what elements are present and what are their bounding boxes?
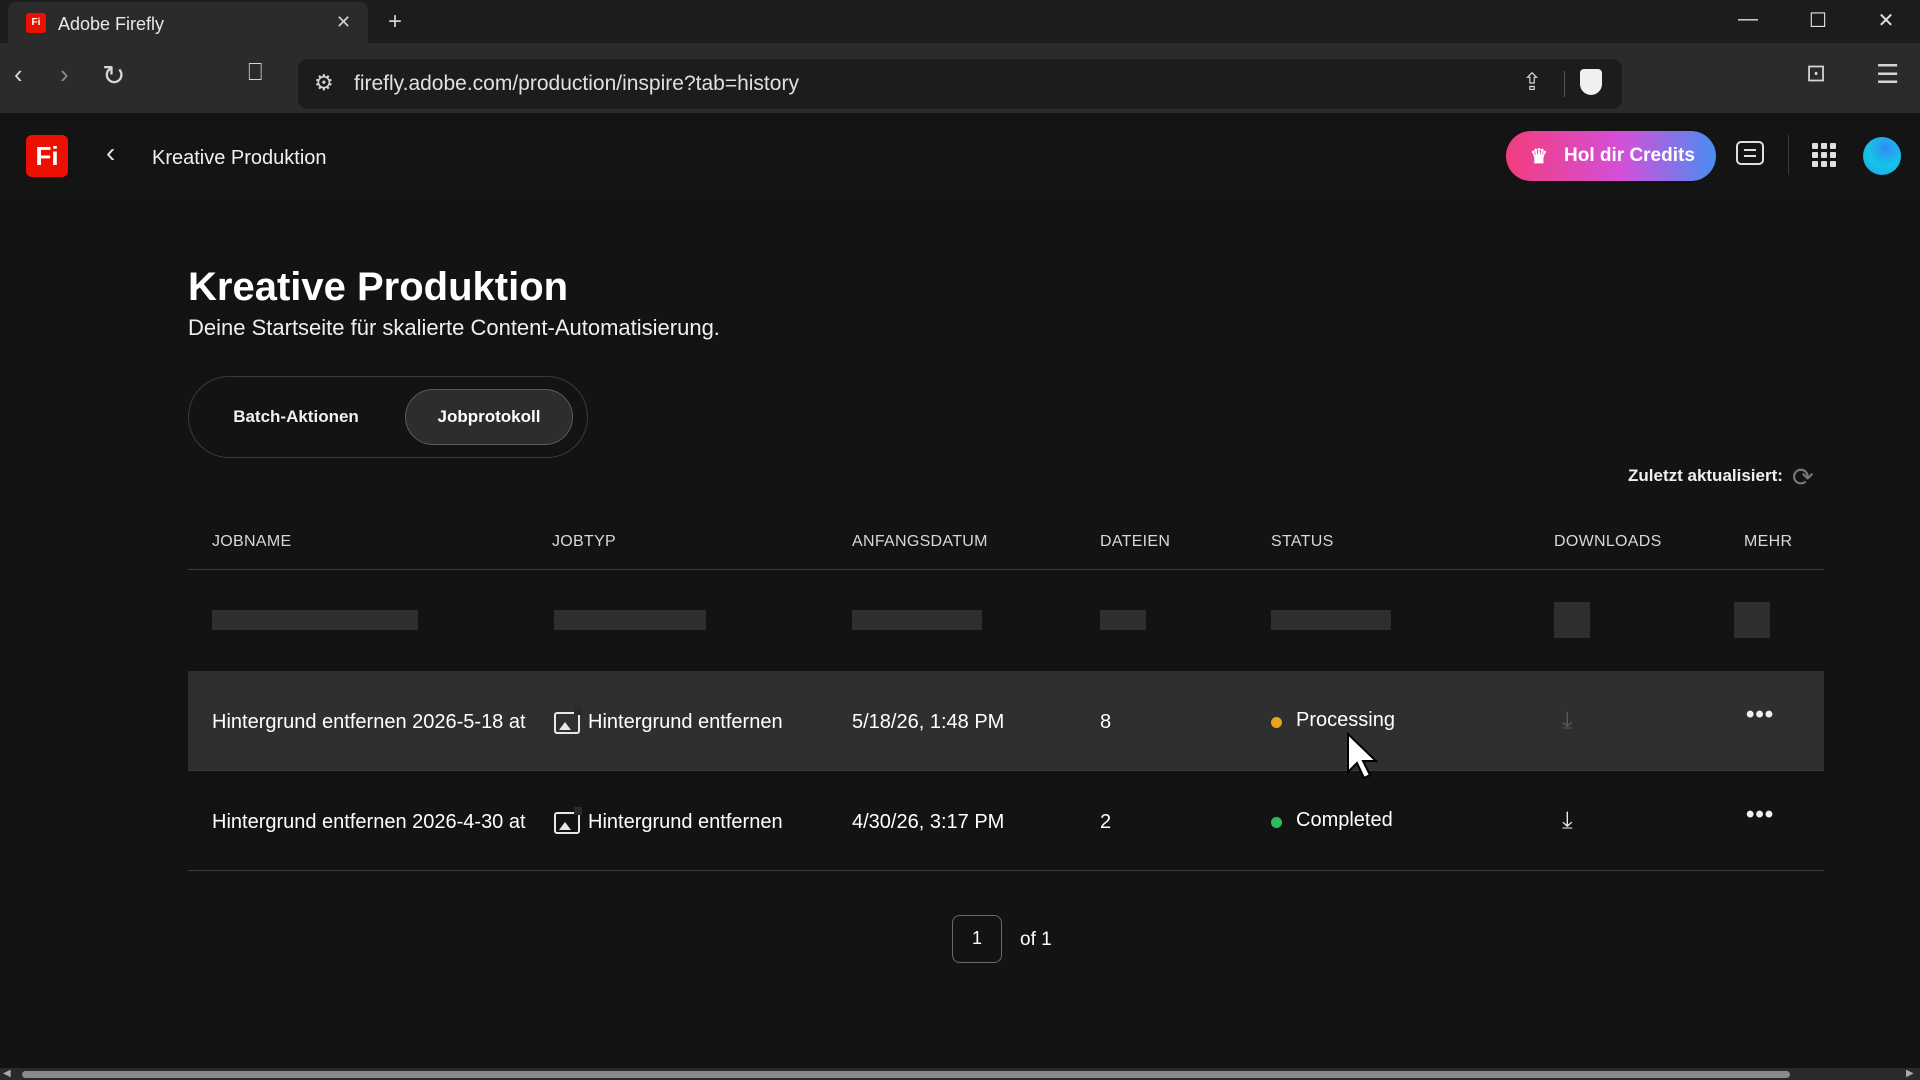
job-name[interactable]: Hintergrund entfernen 2026-5-18 at 13:48 xyxy=(212,711,528,734)
download-icon[interactable]: ⤓ xyxy=(1562,707,1573,735)
address-bar[interactable]: ⚙ firefly.adobe.com/production/inspire?t… xyxy=(298,59,1622,109)
scroll-right-icon[interactable]: ▶ xyxy=(1906,1068,1914,1079)
start-date: 5/18/26, 1:48 PM xyxy=(852,711,1005,733)
omnibox-divider xyxy=(1564,71,1565,97)
scroll-left-icon[interactable]: ◀ xyxy=(3,1068,11,1079)
firefly-favicon-icon: Fi xyxy=(26,13,46,33)
brave-shield-icon[interactable] xyxy=(1580,69,1602,95)
header-divider xyxy=(1788,135,1789,175)
reload-icon[interactable]: ↻ xyxy=(102,59,125,92)
status-dot xyxy=(1271,717,1282,728)
more-icon[interactable]: ••• xyxy=(1746,701,1774,729)
column-header-downloads: DOWNLOADS xyxy=(1554,533,1662,550)
refresh-icon[interactable]: ⟳ xyxy=(1792,462,1814,493)
url-text[interactable]: firefly.adobe.com/production/inspire?tab… xyxy=(354,72,799,96)
site-settings-icon[interactable]: ⚙ xyxy=(314,70,334,96)
skeleton-bar xyxy=(1271,610,1391,630)
file-count: 8 xyxy=(1100,711,1112,733)
share-icon[interactable]: ⇪ xyxy=(1522,68,1542,97)
skeleton-bar xyxy=(554,610,706,630)
new-tab-icon[interactable]: + xyxy=(388,8,402,36)
window-close-icon[interactable]: ✕ xyxy=(1866,8,1906,33)
back-chevron-icon[interactable]: ‹ xyxy=(14,59,23,90)
image-icon xyxy=(554,707,582,734)
forward-chevron-icon[interactable]: › xyxy=(60,59,69,90)
back-chevron-icon[interactable]: ‹ xyxy=(106,137,115,169)
crown-icon: ♛ xyxy=(1530,146,1548,168)
tab-batch-actions[interactable]: Batch-Aktionen xyxy=(201,389,391,445)
tab-job-log[interactable]: Jobprotokoll xyxy=(405,389,573,445)
sidebar-icon[interactable]: ⊡ xyxy=(1806,59,1826,88)
skeleton-square xyxy=(1554,602,1590,638)
app-header: Fi ‹ Kreative Produktion ♛ Hol dir Credi… xyxy=(0,113,1920,199)
more-icon[interactable]: ••• xyxy=(1746,801,1774,829)
status-badge: Completed xyxy=(1296,809,1393,831)
avatar[interactable] xyxy=(1863,137,1901,175)
header-divider xyxy=(188,569,1824,570)
browser-tab-bar: Fi Adobe Firefly ✕ + — ☐ ✕ xyxy=(0,0,1920,45)
column-header-jobname: JOBNAME xyxy=(212,533,292,550)
minimize-icon[interactable]: — xyxy=(1728,8,1768,31)
job-type: Hintergrund entfernen xyxy=(588,811,783,833)
header-title: Kreative Produktion xyxy=(152,147,327,169)
get-credits-label: Hol dir Credits xyxy=(1564,145,1695,166)
image-icon xyxy=(554,807,582,834)
column-header-more: MEHR xyxy=(1744,533,1793,550)
last-updated-label: Zuletzt aktualisiert: xyxy=(1628,466,1783,485)
page-subtitle: Deine Startseite für skalierte Content-A… xyxy=(188,315,720,340)
page-total: of 1 xyxy=(1020,929,1052,950)
menu-icon[interactable]: ☰ xyxy=(1876,59,1899,90)
job-type: Hintergrund entfernen xyxy=(588,711,783,733)
table-row[interactable]: Hintergrund entfernen 2026-5-18 at 13:48… xyxy=(188,671,1824,771)
page-number-input[interactable]: 1 xyxy=(952,915,1002,963)
column-header-jobtype: JOBTYP xyxy=(552,533,617,550)
browser-tab[interactable]: Fi Adobe Firefly ✕ xyxy=(8,2,368,45)
status-dot xyxy=(1271,817,1282,828)
download-icon[interactable]: ⤓ xyxy=(1562,807,1573,835)
column-header-start-date: ANFANGSDATUM xyxy=(852,533,988,550)
mouse-cursor-icon xyxy=(1347,732,1379,780)
skeleton-square xyxy=(1734,602,1770,638)
tab-switcher: Batch-Aktionen Jobprotokoll xyxy=(188,376,588,458)
table-row[interactable]: Hintergrund entfernen 2026-4-30 at 15:17… xyxy=(188,771,1824,871)
skeleton-bar xyxy=(1100,610,1146,630)
skeleton-bar xyxy=(852,610,982,630)
file-count: 2 xyxy=(1100,811,1112,833)
browser-toolbar: ‹ › ↻ ⎕ ⚙ firefly.adobe.com/production/i… xyxy=(0,43,1920,113)
get-credits-button[interactable]: ♛ Hol dir Credits xyxy=(1506,131,1716,181)
firefly-logo[interactable]: Fi xyxy=(26,135,68,177)
chat-icon[interactable] xyxy=(1736,141,1764,165)
status-badge: Processing xyxy=(1296,709,1395,731)
column-header-status: STATUS xyxy=(1271,533,1334,550)
page-title: Kreative Produktion xyxy=(188,265,569,309)
maximize-icon[interactable]: ☐ xyxy=(1798,8,1838,33)
skeleton-bar xyxy=(212,610,418,630)
job-name[interactable]: Hintergrund entfernen 2026-4-30 at 15:17 xyxy=(212,811,528,834)
column-header-files: DATEIEN xyxy=(1100,533,1171,550)
apps-grid-icon[interactable] xyxy=(1812,143,1836,167)
horizontal-scrollbar[interactable]: ◀ ▶ xyxy=(0,1068,1920,1080)
tab-title: Adobe Firefly xyxy=(58,14,165,34)
bookmark-icon[interactable]: ⎕ xyxy=(248,59,262,87)
tab-close-icon[interactable]: ✕ xyxy=(336,12,351,33)
scrollbar-thumb[interactable] xyxy=(22,1071,1790,1078)
start-date: 4/30/26, 3:17 PM xyxy=(852,811,1005,833)
